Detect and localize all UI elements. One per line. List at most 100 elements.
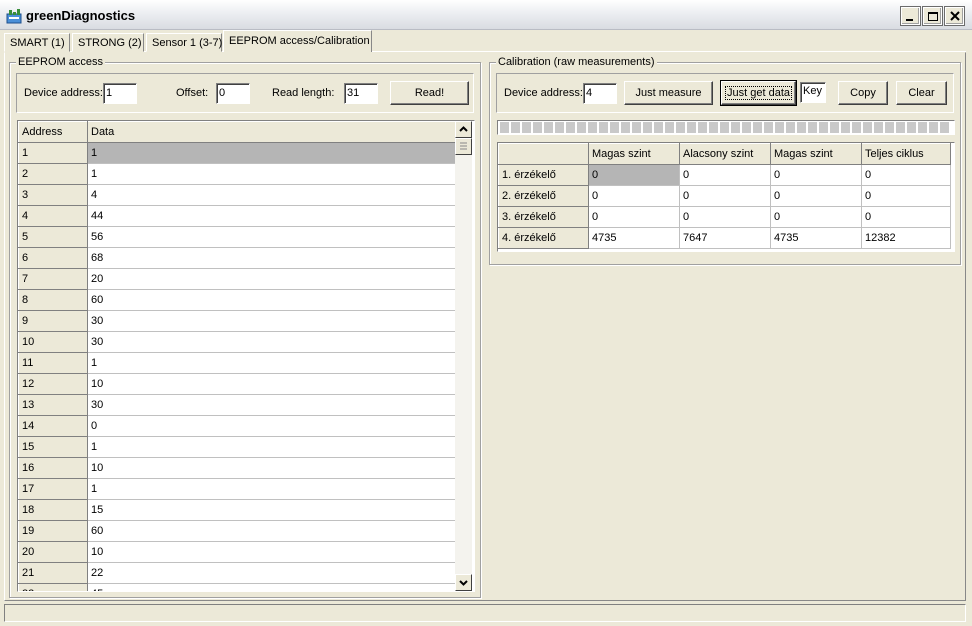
table-row[interactable]: 2245	[18, 583, 456, 591]
offset-input[interactable]: 0	[216, 83, 250, 104]
eeprom-vertical-scrollbar[interactable]	[455, 121, 472, 591]
data-cell[interactable]: 20	[87, 268, 456, 290]
address-cell[interactable]: 9	[18, 310, 88, 332]
value-cell[interactable]: 0	[588, 185, 680, 207]
table-row[interactable]: 12 10	[18, 373, 456, 395]
column-header[interactable]: Teljes ciklus	[861, 143, 951, 165]
column-header[interactable]: Magas szint	[588, 143, 680, 165]
data-cell[interactable]: 10	[87, 373, 456, 395]
address-cell[interactable]: 17	[18, 478, 88, 500]
value-cell[interactable]: 0	[770, 206, 862, 228]
just-measure-button[interactable]: Just measure	[624, 81, 713, 105]
table-row[interactable]: 7 20	[18, 268, 456, 290]
data-cell[interactable]: 1	[87, 352, 456, 374]
address-cell[interactable]: 16	[18, 457, 88, 479]
value-cell[interactable]: 0	[861, 164, 951, 186]
value-cell[interactable]: 0	[679, 185, 771, 207]
table-row[interactable]: 18 15	[18, 499, 456, 521]
table-row[interactable]: 11	[18, 142, 456, 164]
data-cell[interactable]: 10	[87, 541, 456, 563]
data-cell[interactable]: 68	[87, 247, 456, 269]
data-cell[interactable]: 60	[87, 520, 456, 542]
data-cell[interactable]: 56	[87, 226, 456, 248]
address-cell[interactable]: 14	[18, 415, 88, 437]
close-button[interactable]	[944, 6, 965, 26]
table-row[interactable]: 4 44	[18, 205, 456, 227]
calibration-device-address-input[interactable]: 4	[583, 83, 617, 104]
table-row[interactable]: 5 56	[18, 226, 456, 248]
address-cell[interactable]: 21	[18, 562, 88, 584]
table-row[interactable]: 21 22	[18, 562, 456, 584]
value-cell[interactable]: 0	[679, 164, 771, 186]
value-cell[interactable]: 0	[679, 206, 771, 228]
clear-button[interactable]: Clear	[896, 81, 947, 105]
tab-sensor[interactable]: Sensor 1 (3-7)	[146, 33, 222, 52]
data-cell[interactable]: 30	[87, 331, 456, 353]
value-cell[interactable]: 0	[861, 185, 951, 207]
scroll-up-button[interactable]	[455, 121, 472, 138]
value-cell[interactable]: 12382	[861, 227, 951, 249]
data-cell[interactable]: 10	[87, 457, 456, 479]
value-cell[interactable]: 4735	[588, 227, 680, 249]
calibration-grid[interactable]: Magas szint Alacsony szint Magas szint Telj…	[497, 142, 955, 252]
table-row[interactable]: 8 60	[18, 289, 456, 311]
address-cell[interactable]: 8	[18, 289, 88, 311]
address-cell[interactable]: 19	[18, 520, 88, 542]
table-row[interactable]: 3. érzékelő 0 0 0 0	[498, 206, 951, 228]
address-cell[interactable]: 1	[18, 142, 88, 164]
address-cell[interactable]: 12	[18, 373, 88, 395]
table-row[interactable]: 6 68	[18, 247, 456, 269]
read-length-input[interactable]: 31	[344, 83, 378, 104]
eeprom-data-grid[interactable]: Address Data 1 1 2 1 3 4 4 44 5 56 6 68 7 20 8 60 9 30 10 3…	[17, 120, 475, 592]
data-cell[interactable]: 30	[87, 310, 456, 332]
key-input[interactable]: Key	[800, 82, 826, 103]
minimize-button[interactable]	[900, 6, 921, 26]
address-cell[interactable]: 6	[18, 247, 88, 269]
sensor-label-cell[interactable]: 1. érzékelő	[498, 164, 589, 186]
data-cell[interactable]: 1	[87, 142, 456, 164]
address-cell[interactable]: 20	[18, 541, 88, 563]
scroll-down-button[interactable]	[455, 574, 472, 591]
column-header-data[interactable]: Data	[87, 121, 456, 143]
address-cell[interactable]: 15	[18, 436, 88, 458]
address-cell[interactable]: 7	[18, 268, 88, 290]
data-cell[interactable]: 1	[87, 436, 456, 458]
value-cell[interactable]: 0	[770, 185, 862, 207]
address-cell[interactable]: 5	[18, 226, 88, 248]
column-header[interactable]: Magas szint	[770, 143, 862, 165]
address-cell[interactable]: 3	[18, 184, 88, 206]
value-cell[interactable]: 0	[588, 164, 680, 186]
sensor-label-cell[interactable]: 3. érzékelő	[498, 206, 589, 228]
table-row[interactable]: 21	[18, 163, 456, 185]
address-cell[interactable]: 13	[18, 394, 88, 416]
column-header[interactable]: Alacsony szint	[679, 143, 771, 165]
table-row[interactable]: 17 1	[18, 478, 456, 500]
maximize-button[interactable]	[922, 6, 943, 26]
tab-eeprom-calibration[interactable]: EEPROM access/Calibration	[223, 30, 372, 52]
data-cell[interactable]: 45	[87, 583, 456, 591]
address-cell[interactable]: 2	[18, 163, 88, 185]
address-cell[interactable]: 4	[18, 205, 88, 227]
data-cell[interactable]: 4	[87, 184, 456, 206]
address-cell[interactable]: 22	[18, 583, 88, 591]
data-cell[interactable]: 60	[87, 289, 456, 311]
value-cell[interactable]: 0	[861, 206, 951, 228]
table-row[interactable]: 14 0	[18, 415, 456, 437]
read-button[interactable]: Read!	[390, 81, 469, 105]
table-row[interactable]: 15 1	[18, 436, 456, 458]
table-row[interactable]: 9 30	[18, 310, 456, 332]
table-row[interactable]: 16 10	[18, 457, 456, 479]
data-cell[interactable]: 22	[87, 562, 456, 584]
table-row[interactable]: 2. érzékelő 0 0 0 0	[498, 185, 951, 207]
value-cell[interactable]: 0	[770, 164, 862, 186]
table-row[interactable]: 11 1	[18, 352, 456, 374]
table-row[interactable]: 4. érzékelő 4735 7647 4735 12382	[498, 227, 951, 249]
copy-button[interactable]: Copy	[838, 81, 888, 105]
data-cell[interactable]: 30	[87, 394, 456, 416]
value-cell[interactable]: 7647	[679, 227, 771, 249]
column-header-address[interactable]: Address	[18, 121, 88, 143]
address-cell[interactable]: 11	[18, 352, 88, 374]
table-row[interactable]: 34	[18, 184, 456, 206]
table-row[interactable]: 13 30	[18, 394, 456, 416]
table-row[interactable]: 20 10	[18, 541, 456, 563]
